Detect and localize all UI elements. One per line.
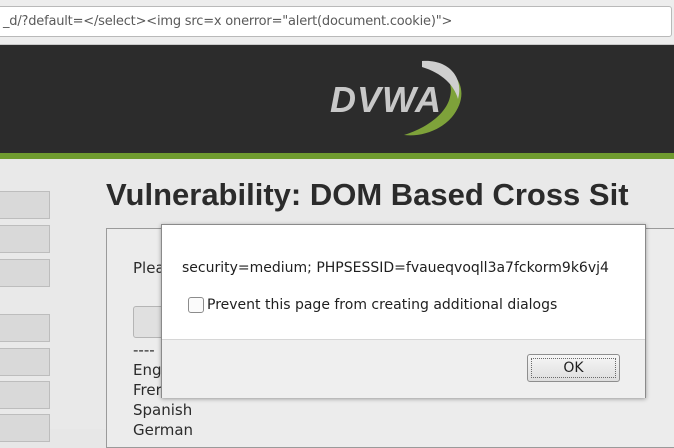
prevent-dialogs-label[interactable]: Prevent this page from creating addition… — [207, 297, 557, 313]
menu-item[interactable] — [0, 259, 50, 287]
language-prompt: Plea — [133, 259, 165, 277]
menu-item[interactable] — [0, 225, 50, 253]
focus-ring — [531, 358, 616, 378]
menu-item[interactable] — [0, 348, 50, 376]
dialog-message: security=medium; PHPSESSID=fvaueqvoqll3a… — [182, 260, 609, 276]
alert-dialog: security=medium; PHPSESSID=fvaueqvoqll3a… — [161, 224, 646, 398]
page-title: Vulnerability: DOM Based Cross Sit — [106, 177, 629, 212]
prevent-dialogs-checkbox[interactable] — [188, 297, 204, 313]
browser-toolbar: _d/?default=</select><img src=x onerror=… — [0, 0, 674, 45]
menu-item[interactable] — [0, 381, 50, 409]
language-option: German — [133, 421, 194, 439]
ok-button[interactable]: OK — [527, 354, 620, 382]
dvwa-logo: DVWA — [322, 55, 472, 140]
language-option: Spanish — [133, 401, 193, 419]
menu-item[interactable] — [0, 314, 50, 342]
url-text: _d/?default=</select><img src=x onerror=… — [3, 14, 453, 29]
url-bar[interactable]: _d/?default=</select><img src=x onerror=… — [0, 6, 672, 37]
dialog-footer: OK — [162, 339, 645, 398]
menu-item[interactable] — [0, 191, 50, 219]
menu-item[interactable] — [0, 414, 50, 442]
logo-text: DVWA — [330, 79, 442, 120]
